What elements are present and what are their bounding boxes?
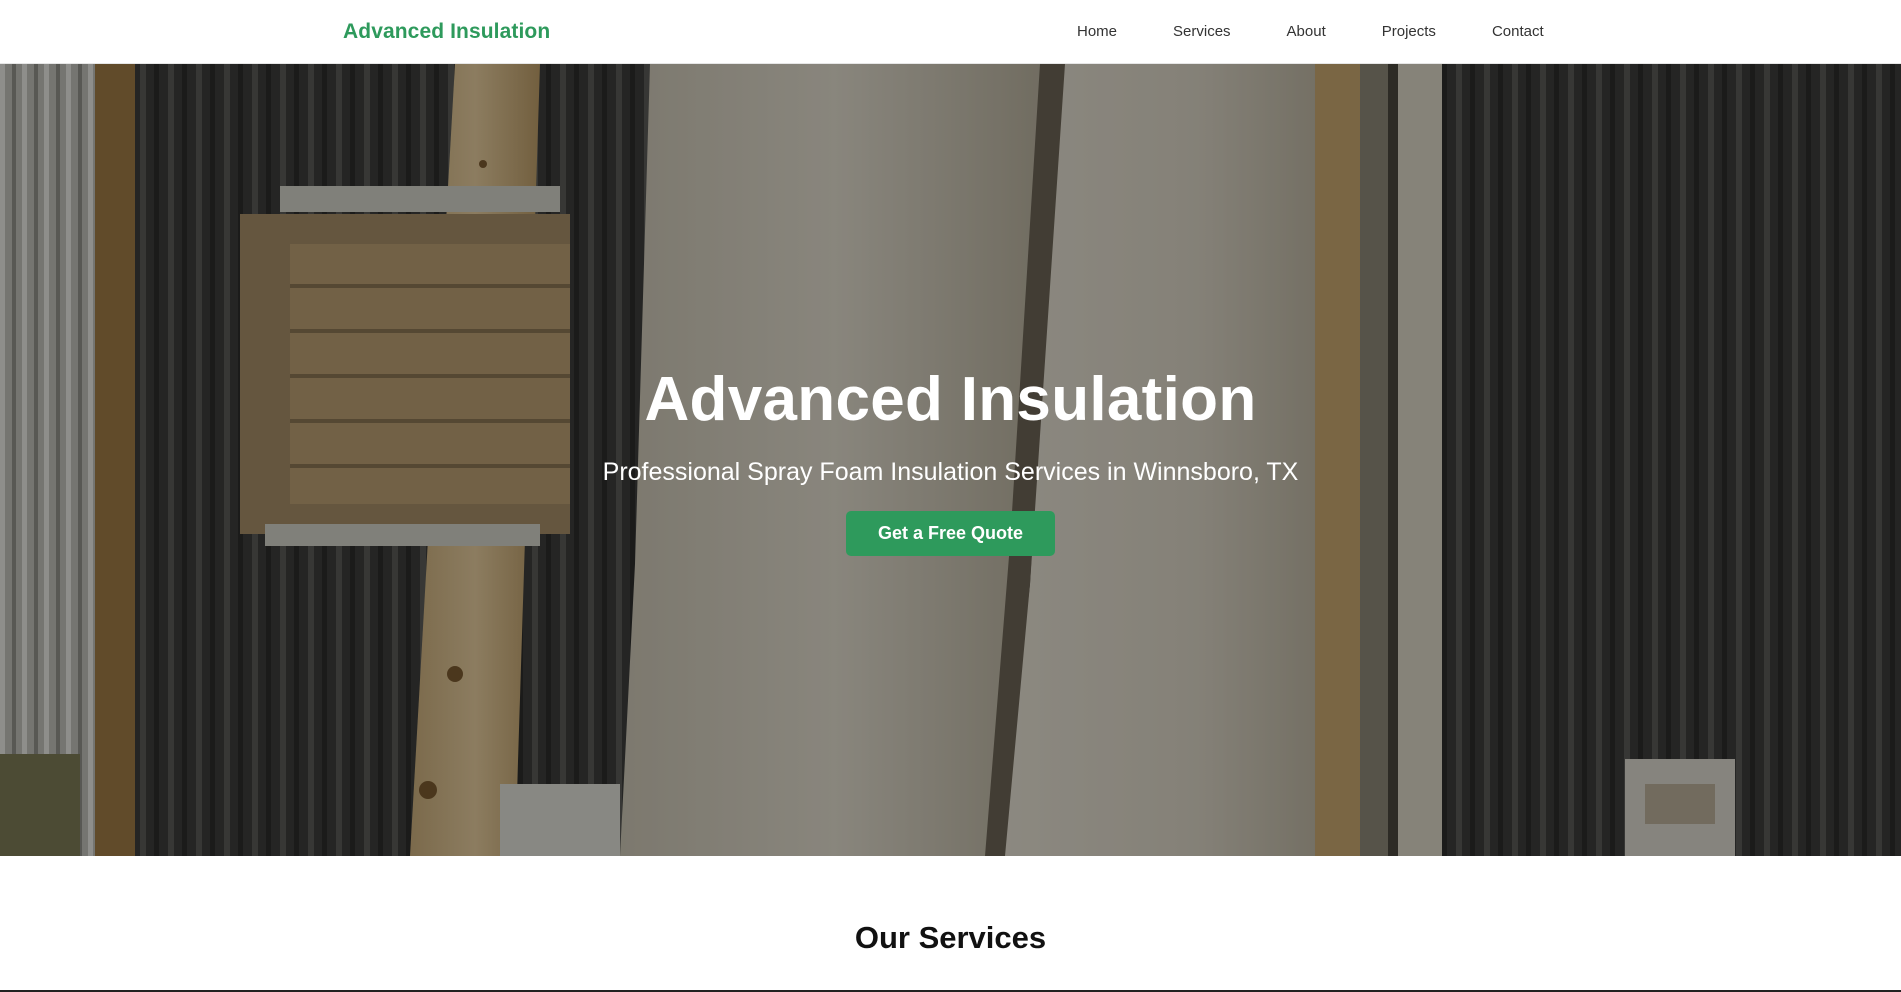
nav-about-link[interactable]: About [1287, 23, 1326, 41]
nav-contact-link[interactable]: Contact [1492, 23, 1544, 41]
nav-projects-link[interactable]: Projects [1382, 23, 1436, 41]
nav-services-link[interactable]: Services [1173, 23, 1231, 41]
main-nav: Home Services About Projects Contact [1077, 23, 1544, 41]
hero-subtitle: Professional Spray Foam Insulation Servi… [602, 458, 1299, 486]
hero-section: Advanced Insulation Professional Spray F… [0, 64, 1901, 856]
nav-home-link[interactable]: Home [1077, 23, 1117, 41]
services-section: Our Services [0, 856, 1901, 990]
services-heading: Our Services [854, 920, 1047, 955]
site-logo[interactable]: Advanced Insulation [343, 20, 550, 44]
get-free-quote-button[interactable]: Get a Free Quote [846, 511, 1055, 556]
hero-content: Advanced Insulation Professional Spray F… [0, 64, 1901, 856]
hero-title: Advanced Insulation [644, 365, 1257, 434]
site-header: Advanced Insulation Home Services About … [0, 0, 1901, 64]
